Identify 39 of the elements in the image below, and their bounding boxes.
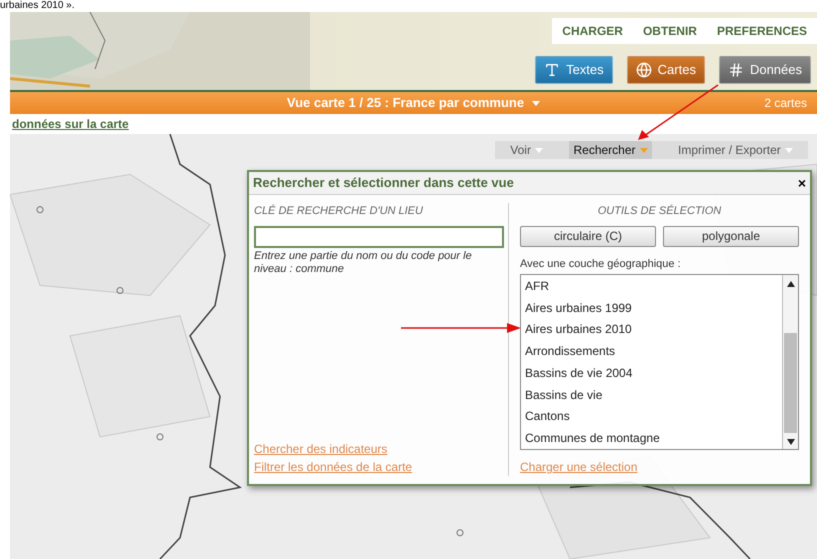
caret-icon [640, 148, 648, 152]
nav-link[interactable]: CHARGER [562, 22, 623, 40]
layer-label: Avec une couche géographique : [520, 256, 682, 272]
layer-option[interactable]: Arrondissements [525, 340, 782, 362]
toolbar-menu[interactable]: Rechercher [569, 141, 652, 159]
close-button[interactable]: × [798, 172, 806, 194]
help-text: Entrez une partie du nom ou du code pour le niveau : commune [254, 250, 473, 276]
scrollbar[interactable] [782, 275, 798, 449]
map-count: 2 cartes [764, 95, 807, 112]
dialog-title: Rechercher et sélectionner dans cette vue [253, 174, 514, 192]
layer-option[interactable]: Bassins de vie [525, 384, 782, 406]
layer-option[interactable]: Aires urbaines 1999 [525, 296, 782, 318]
layer-option[interactable]: Cantons [525, 406, 782, 428]
mode-button[interactable]: Textes [535, 56, 613, 84]
search-field[interactable] [254, 226, 504, 248]
data-link[interactable]: données sur la carte [10, 115, 131, 133]
layer-option[interactable]: Bassins de vie 2004 [525, 362, 782, 384]
tool-button[interactable]: polygonale [663, 226, 799, 246]
scroll-down-icon [786, 439, 794, 445]
caret-icon [784, 148, 793, 152]
caret-icon [534, 148, 543, 152]
layer-option[interactable]: Aires urbaines 2010 [525, 318, 782, 340]
mode-icon [544, 62, 560, 78]
tool-button[interactable]: circulaire (C) [520, 226, 656, 246]
caret-icon [532, 100, 540, 106]
mode-icon [728, 62, 744, 78]
toolbar-menu[interactable]: Imprimer / Exporter [674, 141, 797, 159]
mode-button[interactable]: Données [718, 56, 811, 84]
section-heading: OUTILS DE SÉLECTION [598, 204, 722, 219]
section-heading: CLÉ DE RECHERCHE D'UN LIEU [254, 204, 424, 219]
scroll-up-icon [786, 281, 794, 287]
mode-icon [636, 62, 652, 78]
layer-option[interactable]: Communes de montagne [525, 427, 782, 449]
document-text: urbaines 2010 ». [0, 0, 75, 12]
nav-link[interactable]: PREFERENCES [716, 22, 807, 40]
nav-link[interactable]: OBTENIR [642, 22, 697, 40]
layer-option[interactable]: AFR [525, 275, 782, 297]
toolbar-menu[interactable]: Voir [506, 141, 547, 159]
mode-button[interactable]: Cartes [626, 56, 705, 84]
